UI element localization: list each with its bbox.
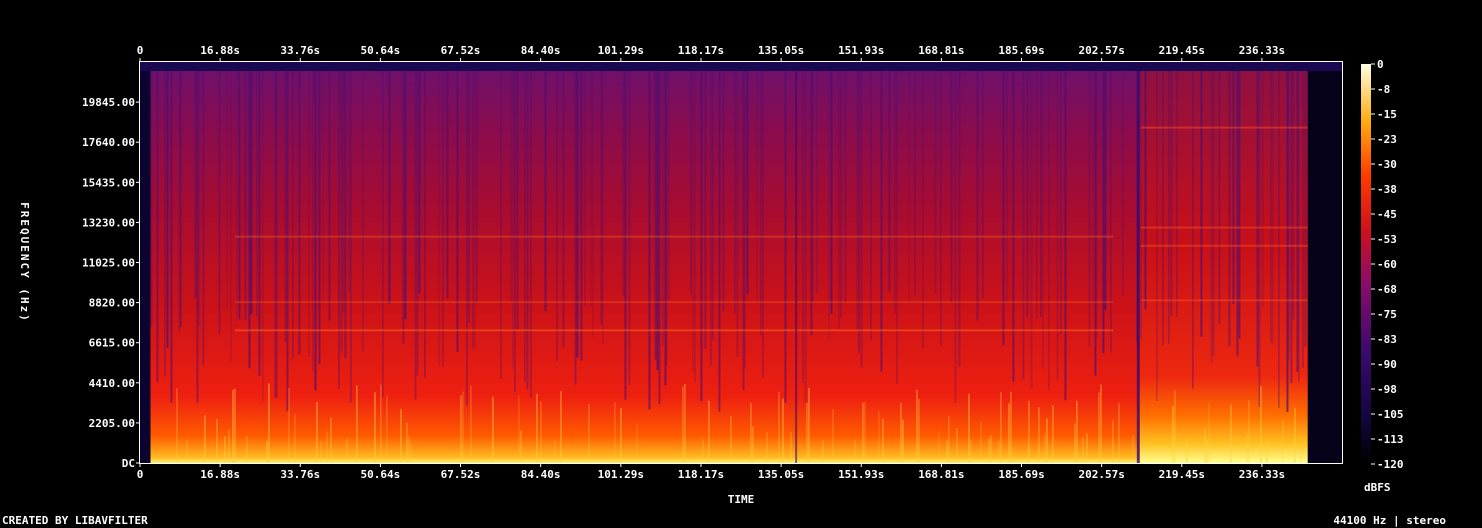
colorbar-tick-label: -105 [1377, 408, 1404, 421]
y-tick-label: 8820.00 [89, 297, 135, 310]
y-tick-label: 15435.00 [82, 176, 135, 189]
x-tick-label-top: 84.40s [521, 44, 561, 57]
x-tick-label-top: 101.29s [598, 44, 644, 57]
colorbar-tick-label: -15 [1377, 108, 1397, 121]
x-tick-label-top: 50.64s [361, 44, 401, 57]
colorbar-tick-label: -90 [1377, 358, 1397, 371]
colorbar-tick-label: -30 [1377, 158, 1397, 171]
colorbar-tick-label: -60 [1377, 258, 1397, 271]
y-tick-label: 6615.00 [89, 337, 135, 350]
footer-format: 44100 Hz | stereo [1333, 514, 1446, 527]
colorbar-tick-label: -75 [1377, 308, 1397, 321]
x-tick-label-bottom: 0 [137, 468, 144, 481]
x-tick-label-top: 202.57s [1078, 44, 1124, 57]
colorbar-tick-label: -8 [1377, 83, 1390, 96]
x-tick-label-top: 219.45s [1159, 44, 1205, 57]
x-tick-label-bottom: 67.52s [441, 468, 481, 481]
y-tick-label: 4410.00 [89, 377, 135, 390]
colorbar-tick-label: -53 [1377, 233, 1397, 246]
x-tick-label-bottom: 185.69s [998, 468, 1044, 481]
x-tick-label-bottom: 118.17s [678, 468, 724, 481]
y-tick-label: 17640.00 [82, 136, 135, 149]
y-tick-label: 2205.00 [89, 417, 135, 430]
colorbar-tick-label: -98 [1377, 383, 1397, 396]
colorbar-tick-label: -23 [1377, 133, 1397, 146]
colorbar-tick-label: -120 [1377, 458, 1404, 471]
x-tick-label-bottom: 33.76s [280, 468, 320, 481]
x-tick-label-bottom: 219.45s [1159, 468, 1205, 481]
x-tick-label-top: 16.88s [200, 44, 240, 57]
colorbar-label: dBFS [1364, 481, 1391, 494]
spectrogram-chart: 0 0 16.88s 16.88s 33.76s 33.76s 50.64s 50.64s 67… [18, 44, 1404, 506]
y-tick-label: 13230.00 [82, 216, 135, 229]
x-tick-label-top: 236.33s [1239, 44, 1285, 57]
x-tick-label-bottom: 168.81s [918, 468, 964, 481]
x-tick-label-bottom: 16.88s [200, 468, 240, 481]
colorbar-tick-label: -68 [1377, 283, 1397, 296]
x-tick-label-top: 151.93s [838, 44, 884, 57]
colorbar-tick-label: -45 [1377, 208, 1397, 221]
footer-credit: CREATED BY LIBAVFILTER [2, 514, 148, 527]
x-tick-label-top: 67.52s [441, 44, 481, 57]
colorbar [1361, 64, 1371, 464]
x-tick-label-top: 33.76s [280, 44, 320, 57]
colorbar-tick-label: 0 [1377, 58, 1384, 71]
x-tick-label-bottom: 50.64s [361, 468, 401, 481]
y-tick-label: DC [122, 457, 135, 470]
x-axis-label: TIME [728, 493, 755, 506]
x-tick-label-bottom: 135.05s [758, 468, 804, 481]
colorbar-tick-label: -113 [1377, 433, 1404, 446]
x-tick-label-bottom: 202.57s [1078, 468, 1124, 481]
y-axis-label: FREQUENCY (Hz) [18, 202, 31, 323]
x-tick-label-top: 185.69s [998, 44, 1044, 57]
colorbar-tick-label: -38 [1377, 183, 1397, 196]
x-tick-label-bottom: 101.29s [598, 468, 644, 481]
x-tick-label-bottom: 151.93s [838, 468, 884, 481]
spectrogram-image [140, 62, 1342, 463]
x-tick-label-top: 0 [137, 44, 144, 57]
x-tick-label-bottom: 236.33s [1239, 468, 1285, 481]
y-tick-label: 11025.00 [82, 257, 135, 270]
x-tick-label-top: 135.05s [758, 44, 804, 57]
x-tick-label-bottom: 84.40s [521, 468, 561, 481]
x-tick-label-top: 118.17s [678, 44, 724, 57]
y-tick-label: 19845.00 [82, 96, 135, 109]
colorbar-tick-label: -83 [1377, 333, 1397, 346]
x-tick-label-top: 168.81s [918, 44, 964, 57]
